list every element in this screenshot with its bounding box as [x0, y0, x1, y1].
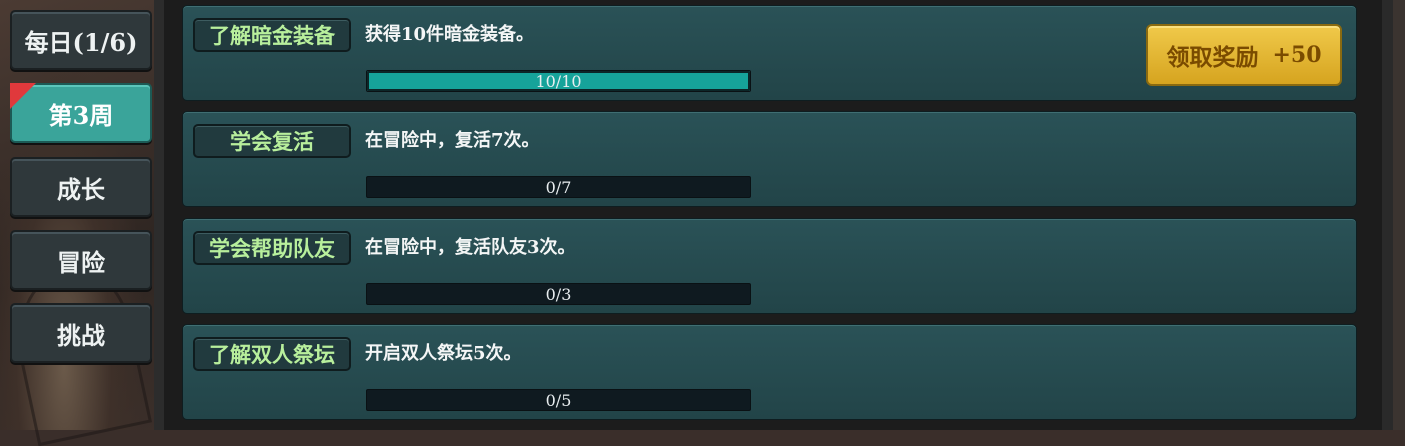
- tab-daily[interactable]: 每日(1/6): [10, 10, 152, 70]
- progress-bar: 0/3: [366, 283, 751, 305]
- tab-adventure[interactable]: 冒险: [10, 230, 152, 290]
- task-name: 学会复活: [193, 124, 351, 158]
- claim-bonus: +50: [1272, 42, 1322, 68]
- progress-bar: 0/5: [366, 389, 751, 411]
- claim-reward-button[interactable]: 领取奖励 +50: [1146, 24, 1342, 86]
- tab-label: 每日(1/6): [24, 27, 138, 57]
- progress-text: 0/5: [545, 391, 572, 410]
- task-row: 了解双人祭坛 开启双人祭坛5次。 0/5: [182, 324, 1357, 420]
- new-flag-icon: [10, 83, 36, 109]
- progress-bar: 10/10: [366, 70, 751, 92]
- tab-week-3[interactable]: 第3周: [10, 83, 152, 143]
- tab-label: 成长: [57, 174, 105, 204]
- task-name: 了解暗金装备: [193, 18, 351, 52]
- task-row: 了解暗金装备 获得10件暗金装备。 10/10 领取奖励 +50: [182, 5, 1357, 101]
- tab-growth[interactable]: 成长: [10, 157, 152, 217]
- progress-text: 10/10: [535, 72, 582, 91]
- claim-label: 领取奖励: [1166, 44, 1259, 71]
- tab-label: 第3周: [48, 100, 114, 130]
- task-name: 了解双人祭坛: [193, 337, 351, 371]
- progress-bar: 0/7: [366, 176, 751, 198]
- task-description: 开启双人祭坛5次。: [365, 343, 522, 364]
- tab-label: 挑战: [57, 320, 105, 350]
- task-description: 在冒险中，复活队友3次。: [365, 237, 576, 258]
- right-edge: [1393, 0, 1405, 430]
- task-name: 学会帮助队友: [193, 231, 351, 265]
- progress-text: 0/3: [545, 285, 572, 304]
- task-description: 获得10件暗金装备。: [365, 24, 535, 45]
- tab-label: 冒险: [57, 247, 105, 277]
- task-row: 学会复活 在冒险中，复活7次。 0/7: [182, 111, 1357, 207]
- task-description: 在冒险中，复活7次。: [365, 130, 540, 151]
- task-row: 学会帮助队友 在冒险中，复活队友3次。 0/3: [182, 218, 1357, 314]
- progress-text: 0/7: [545, 178, 572, 197]
- tab-challenge[interactable]: 挑战: [10, 303, 152, 363]
